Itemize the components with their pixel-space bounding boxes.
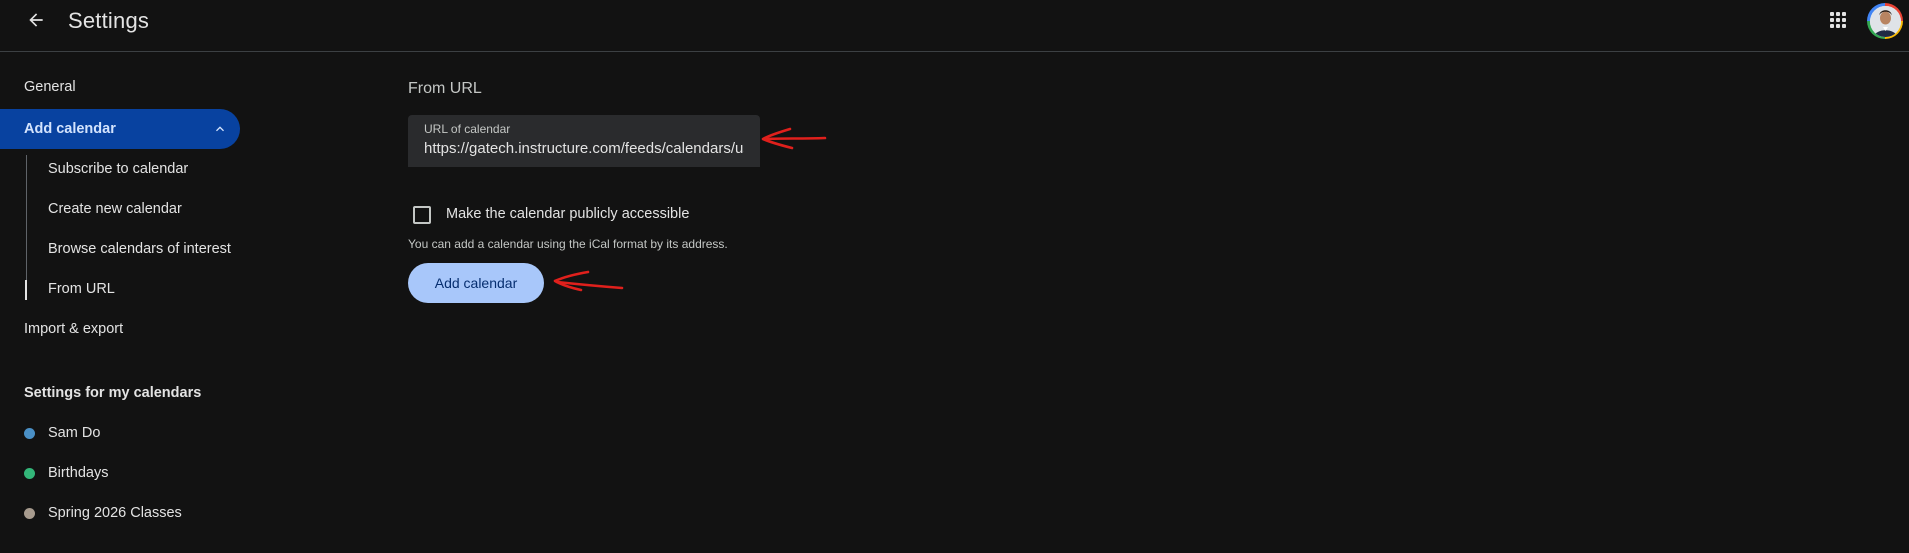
google-apps-button[interactable] (1824, 6, 1852, 34)
my-calendars-heading: Settings for my calendars (24, 385, 202, 401)
sidebar-item-add-calendar-label: Add calendar (24, 121, 116, 137)
sidebar-item-subscribe-to-calendar[interactable]: Subscribe to calendar (48, 161, 188, 177)
person-icon (1869, 5, 1901, 37)
calendar-url-label: URL of calendar (424, 122, 511, 136)
section-title: From URL (408, 80, 482, 97)
sidebar-calendar-sam-do[interactable]: Sam Do (24, 425, 100, 441)
submenu-indent-line (26, 155, 27, 299)
top-bar: Settings (0, 0, 1909, 52)
arrow-back-icon (29, 13, 43, 27)
calendar-url-value[interactable]: https://gatech.instructure.com/feeds/cal… (424, 140, 744, 157)
add-calendar-button[interactable]: Add calendar (408, 263, 544, 303)
annotation-arrow-url-icon (761, 127, 827, 150)
settings-page: Settings General Add calendar Subscribe … (0, 0, 1909, 553)
calendar-url-input[interactable]: URL of calendar https://gatech.instructu… (408, 115, 760, 167)
calendar-label: Spring 2026 Classes (48, 505, 182, 521)
submenu-active-indicator (25, 280, 27, 300)
sidebar-item-create-new-calendar[interactable]: Create new calendar (48, 201, 182, 217)
settings-sidebar: General Add calendar Subscribe to calend… (0, 52, 300, 553)
calendar-color-dot (24, 467, 35, 479)
public-access-label[interactable]: Make the calendar publicly accessible (446, 206, 689, 222)
sidebar-item-import-export[interactable]: Import & export (24, 321, 123, 337)
sidebar-item-browse-calendars-of-interest[interactable]: Browse calendars of interest (48, 241, 231, 257)
annotation-arrow-button-icon (553, 270, 624, 292)
account-avatar[interactable] (1867, 3, 1903, 39)
help-text: You can add a calendar using the iCal fo… (408, 237, 728, 251)
sidebar-calendar-birthdays[interactable]: Birthdays (24, 465, 108, 481)
page-title: Settings (68, 8, 150, 33)
chevron-up-icon[interactable] (212, 121, 228, 137)
public-access-checkbox[interactable] (413, 206, 431, 224)
calendar-label: Birthdays (48, 465, 109, 481)
sidebar-calendar-spring-2026-classes[interactable]: Spring 2026 Classes (24, 505, 182, 521)
apps-grid-icon (1830, 12, 1846, 28)
sidebar-item-add-calendar[interactable]: Add calendar (0, 109, 240, 149)
avatar-image (1869, 5, 1901, 37)
sidebar-item-from-url[interactable]: From URL (48, 281, 115, 297)
calendar-color-dot (24, 507, 35, 519)
back-button[interactable] (20, 4, 52, 36)
calendar-color-dot (24, 427, 35, 439)
calendar-label: Sam Do (48, 425, 101, 441)
sidebar-item-general[interactable]: General (24, 79, 76, 95)
